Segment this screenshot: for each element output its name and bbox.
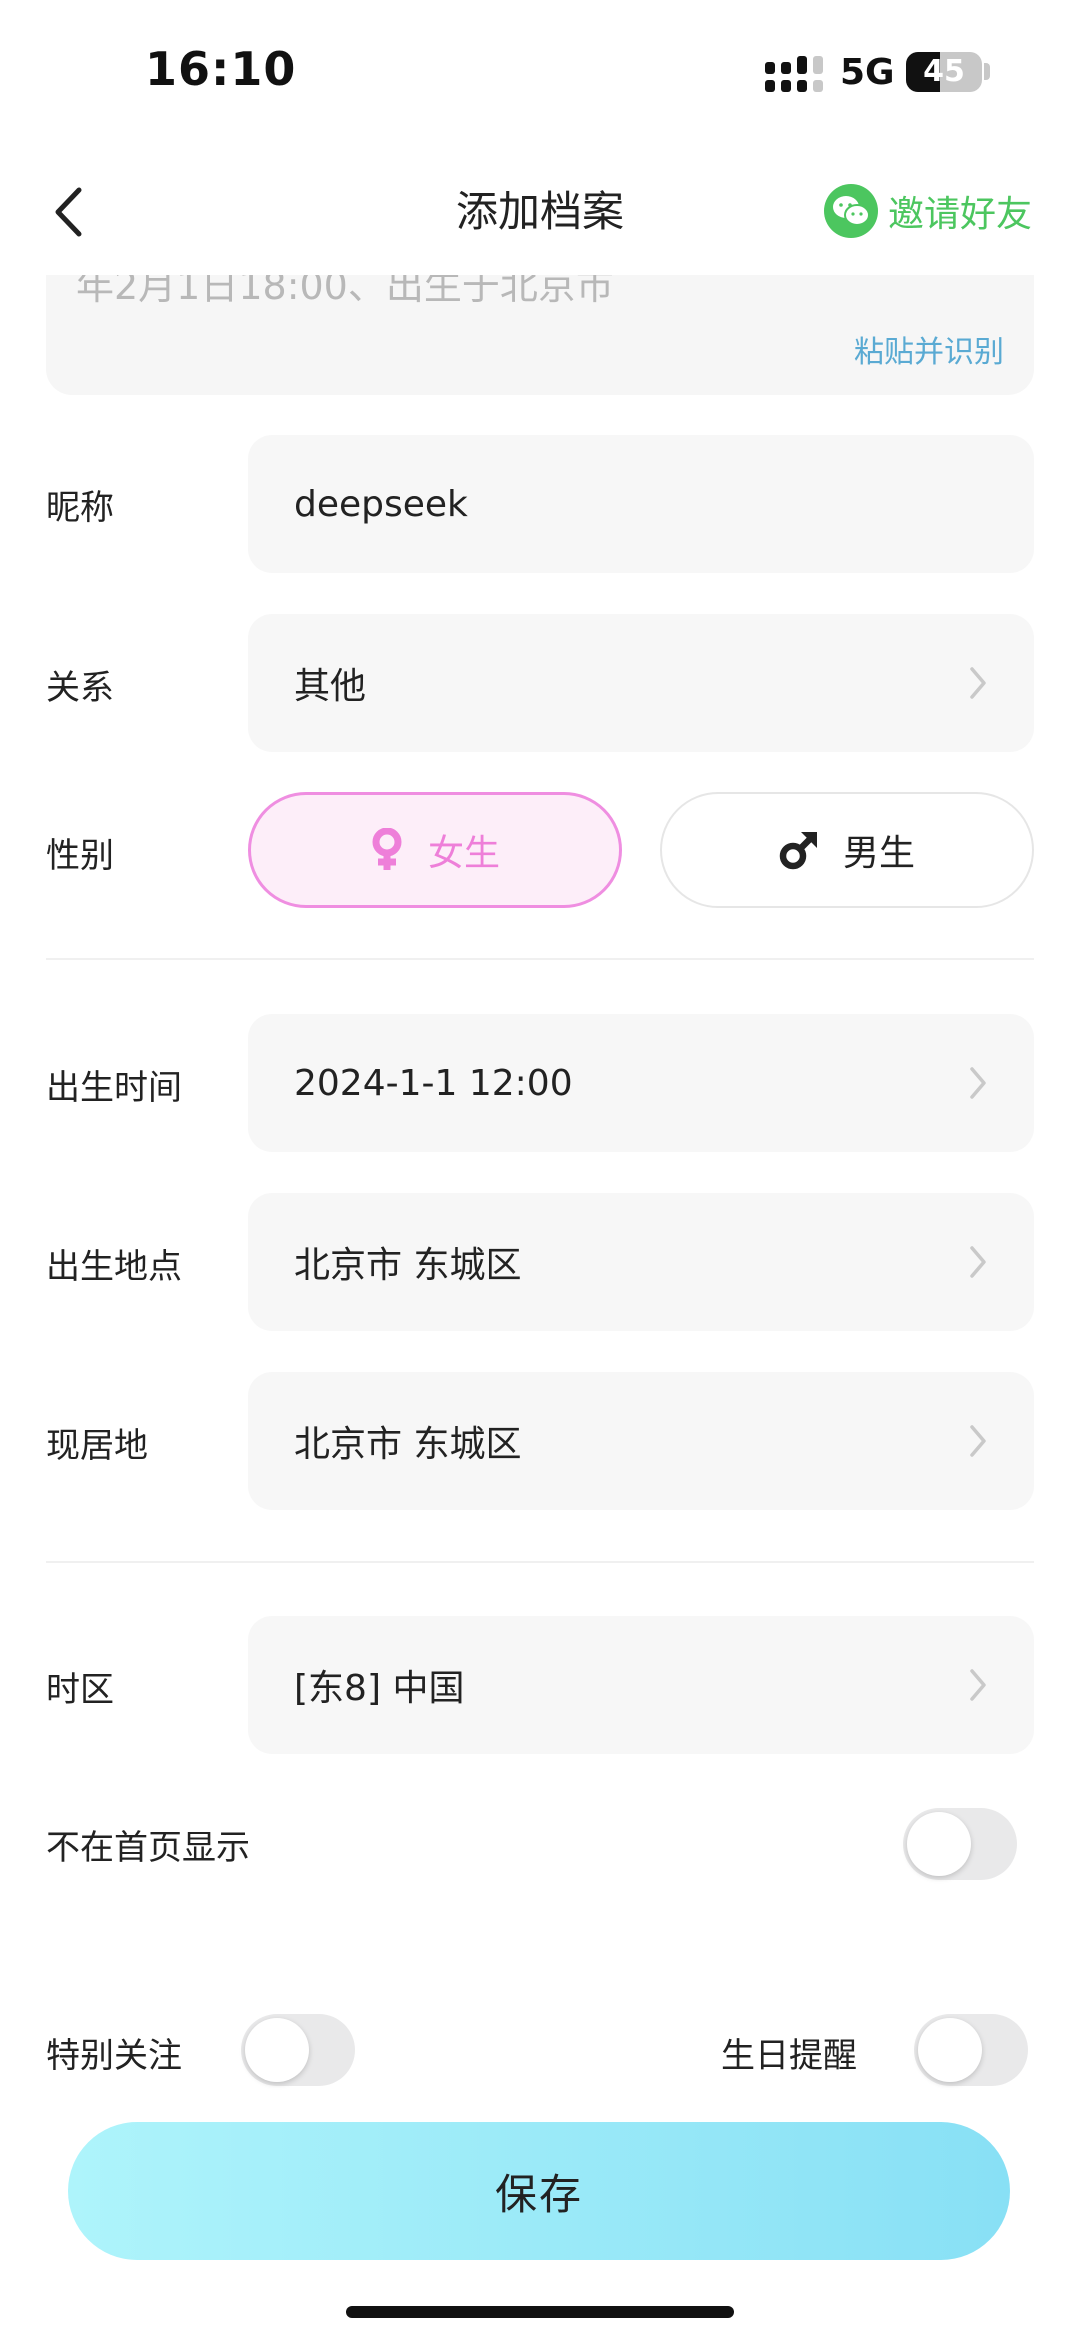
special-follow-label: 特别关注	[46, 2036, 182, 2076]
timezone-picker[interactable]: [东8] 中国	[248, 1616, 1034, 1754]
toggle-knob	[907, 1812, 971, 1876]
relation-label: 关系	[46, 668, 114, 708]
birth-time-label: 出生时间	[46, 1068, 182, 1108]
chevron-right-icon	[970, 1669, 986, 1701]
status-time: 16:10	[145, 42, 297, 96]
gender-male-button[interactable]: 男生	[660, 792, 1034, 908]
toggle-knob	[918, 2018, 982, 2082]
birthday-reminder-label: 生日提醒	[721, 2036, 857, 2076]
save-button[interactable]: 保存	[68, 2122, 1010, 2260]
special-follow-toggle[interactable]	[241, 2014, 355, 2086]
divider	[46, 958, 1034, 960]
birthday-reminder-toggle[interactable]	[914, 2014, 1028, 2086]
nickname-label: 昵称	[46, 488, 114, 528]
nickname-value: deepseek	[294, 483, 468, 525]
relation-value: 其他	[294, 666, 367, 707]
save-label: 保存	[494, 2169, 583, 2219]
residence-value: 北京市 东城区	[294, 1424, 522, 1465]
chevron-right-icon	[970, 667, 986, 699]
birth-time-value: 2024-1-1 12:00	[294, 1062, 573, 1104]
relation-select[interactable]: 其他	[248, 614, 1034, 752]
birth-place-label: 出生地点	[46, 1247, 182, 1287]
birth-place-value: 北京市 东城区	[294, 1245, 522, 1286]
residence-picker[interactable]: 北京市 东城区	[248, 1372, 1034, 1510]
male-icon	[779, 832, 817, 870]
status-bar: 16:10 5G 45	[0, 0, 1080, 150]
female-icon	[372, 828, 402, 870]
battery-icon: 45	[906, 52, 982, 92]
battery-percentage: 45	[923, 54, 965, 89]
cellular-signal-icon	[765, 56, 823, 92]
timezone-value: [东8] 中国	[294, 1668, 465, 1709]
gender-female-label: 女生	[427, 833, 500, 874]
hide-home-toggle[interactable]	[903, 1808, 1017, 1880]
divider	[46, 1561, 1034, 1563]
toggle-knob	[245, 2018, 309, 2082]
battery-tip	[984, 63, 990, 80]
gender-male-label: 男生	[842, 833, 915, 874]
paste-placeholder: 年2月1日18:00、出生于北京市	[76, 275, 614, 308]
birth-place-picker[interactable]: 北京市 东城区	[248, 1193, 1034, 1331]
invite-friends-button[interactable]: 邀请好友	[823, 184, 1032, 238]
paste-textarea[interactable]: 年2月1日18:00、出生于北京市 粘贴并识别	[46, 275, 1034, 395]
network-label: 5G	[840, 52, 895, 93]
invite-label: 邀请好友	[887, 194, 1032, 235]
residence-label: 现居地	[46, 1426, 148, 1466]
chevron-right-icon	[970, 1067, 986, 1099]
chevron-right-icon	[970, 1425, 986, 1457]
nickname-input[interactable]: deepseek	[248, 435, 1034, 573]
paste-recognize-button[interactable]: 粘贴并识别	[854, 327, 1004, 371]
gender-label: 性别	[46, 836, 114, 876]
home-indicator	[346, 2306, 734, 2318]
nav-bar: 添加档案 邀请好友	[0, 150, 1080, 275]
hide-home-label: 不在首页显示	[46, 1828, 250, 1868]
gender-female-button[interactable]: 女生	[248, 792, 622, 908]
birth-time-picker[interactable]: 2024-1-1 12:00	[248, 1014, 1034, 1152]
chevron-right-icon	[970, 1246, 986, 1278]
timezone-label: 时区	[46, 1670, 114, 1710]
wechat-icon	[823, 184, 878, 238]
